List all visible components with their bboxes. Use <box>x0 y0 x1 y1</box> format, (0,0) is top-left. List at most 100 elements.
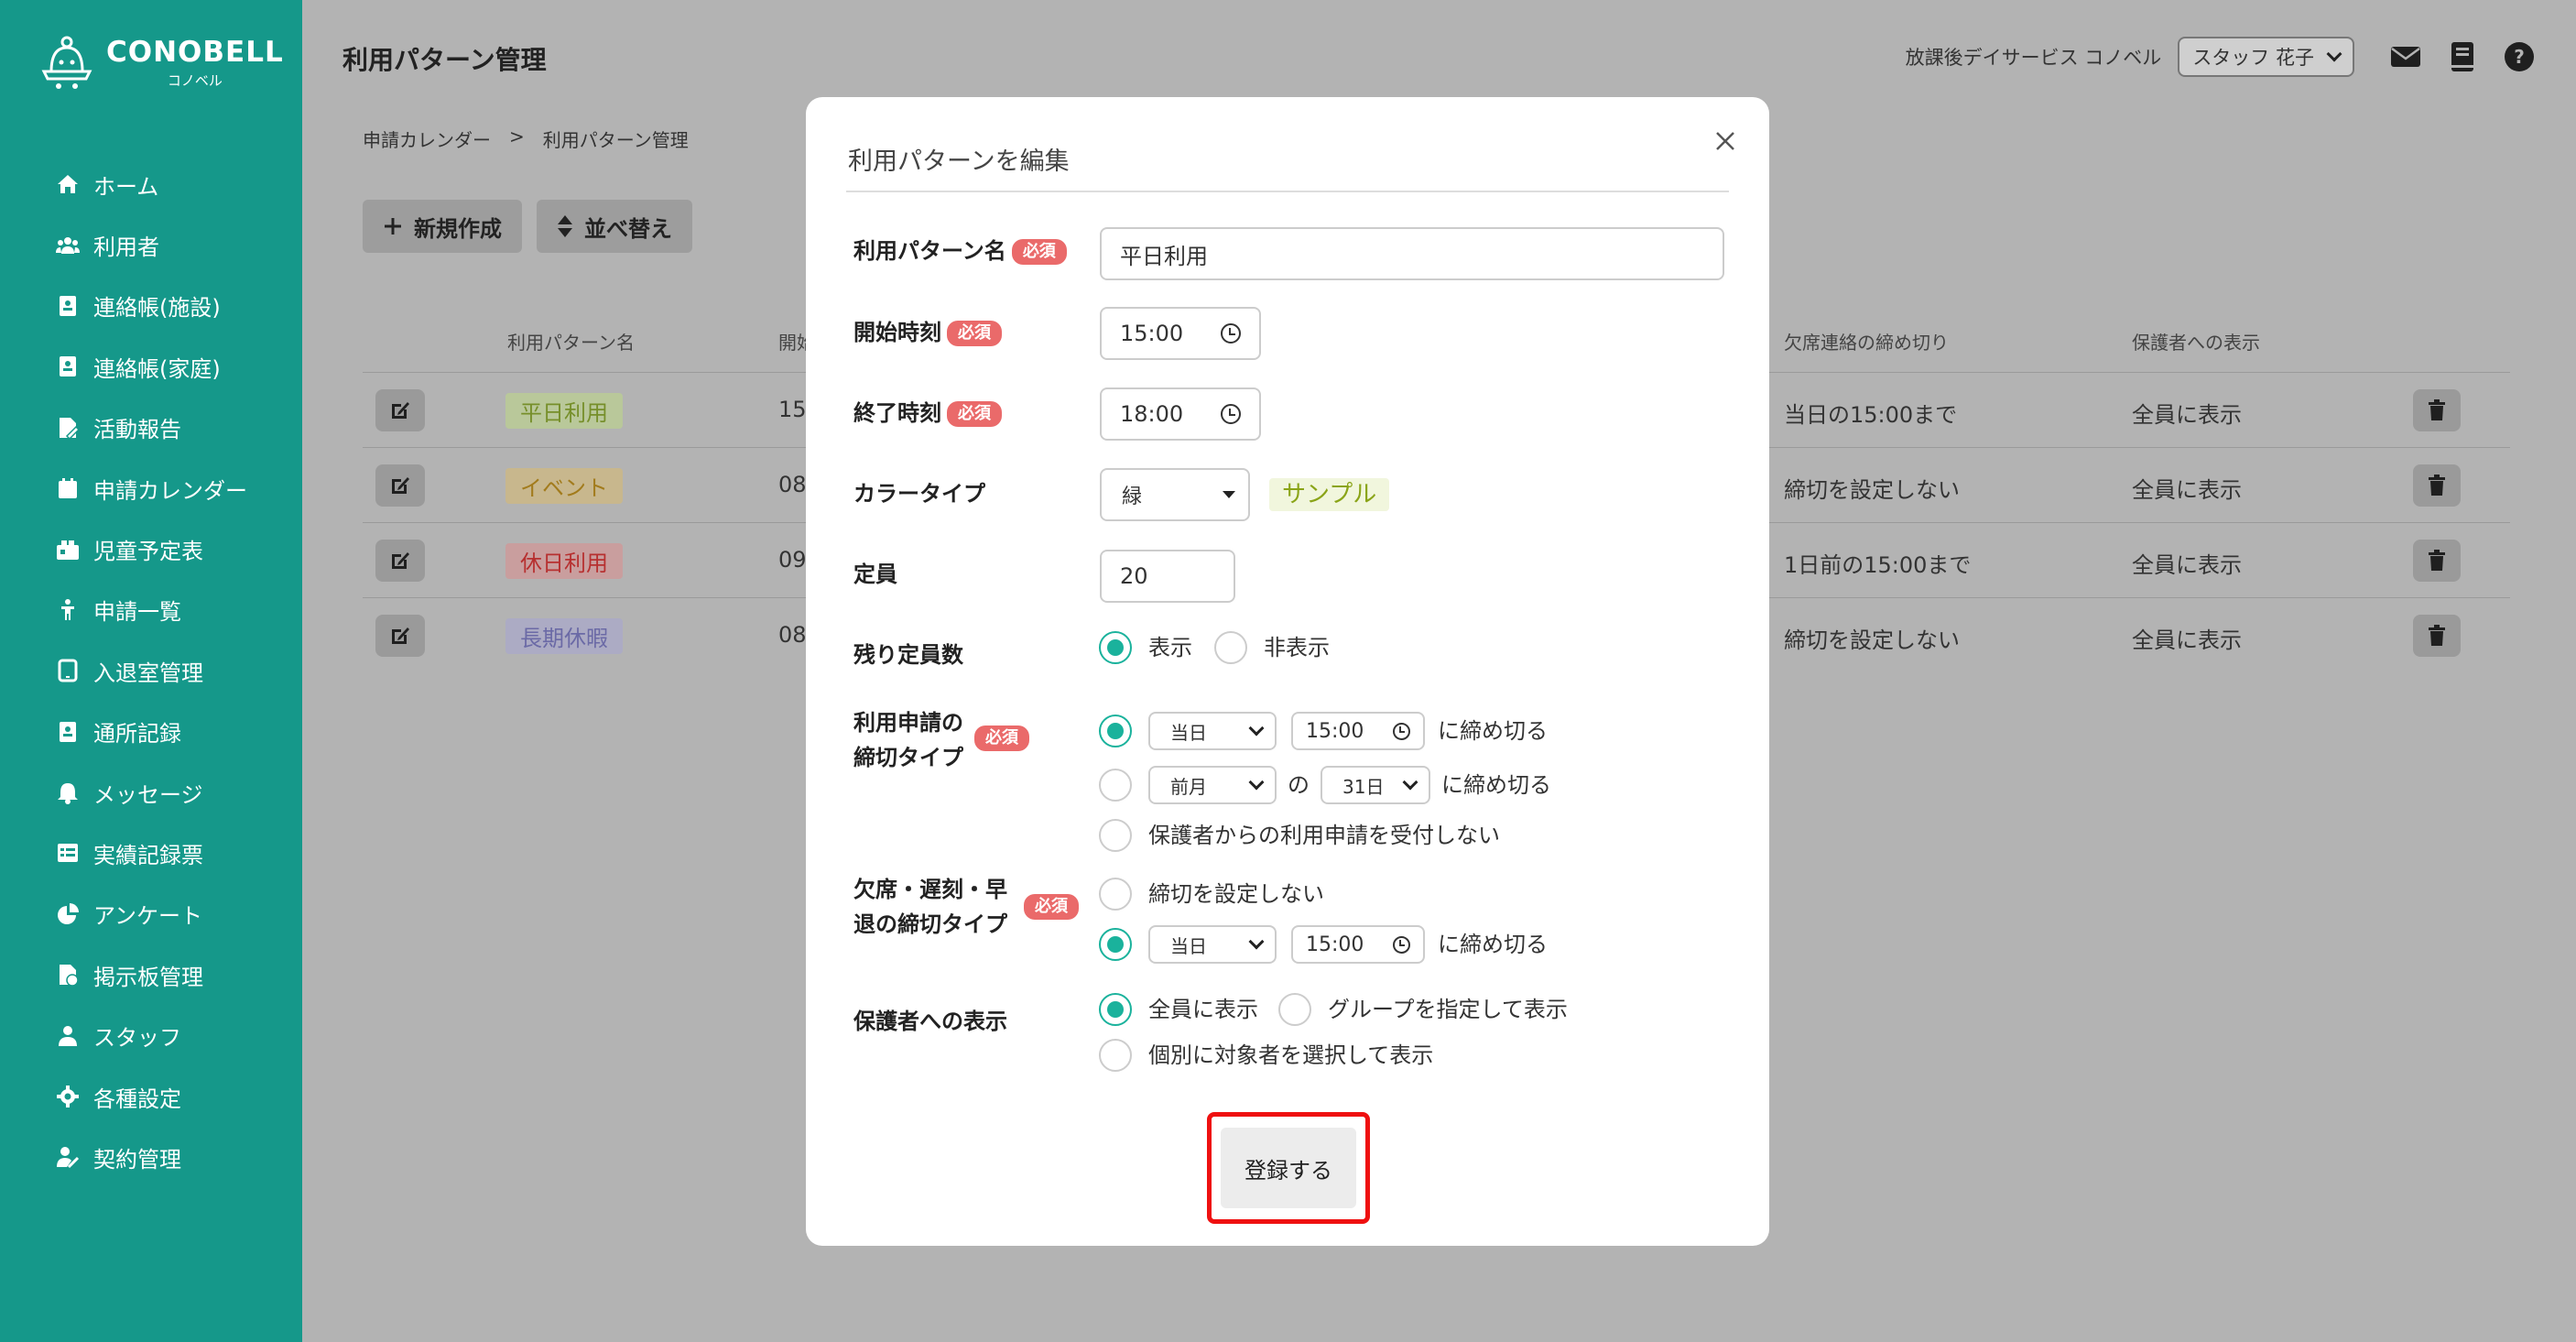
deadline-date-select[interactable]: 31日 <box>1321 766 1430 804</box>
col-header-absence: 欠席連絡の締め切り <box>1784 332 1949 354</box>
col-header-display: 保護者への表示 <box>2132 332 2260 354</box>
display-all-radio[interactable] <box>1099 993 1132 1026</box>
trash-icon[interactable] <box>2413 540 2461 582</box>
trash-icon[interactable] <box>2413 389 2461 431</box>
deadline-day-select[interactable]: 当日 <box>1148 712 1277 750</box>
absence-deadline-cell: 締切を設定しない <box>1784 627 1960 653</box>
sidebar-item-5[interactable]: 活動報告 <box>0 398 302 458</box>
sidebar-item-9[interactable]: 入退室管理 <box>0 640 302 701</box>
sidebar-item-13[interactable]: アンケート <box>0 884 302 944</box>
sidebar-item-15[interactable]: スタッフ <box>0 1005 302 1065</box>
absence-sameday-radio[interactable] <box>1099 928 1132 961</box>
trash-icon[interactable] <box>2413 464 2461 507</box>
deadline-sameday-radio[interactable] <box>1099 715 1132 747</box>
sort-button[interactable]: 並べ替え <box>537 200 692 253</box>
start-cell: 09 <box>778 547 807 573</box>
sidebar-item-label: アンケート <box>93 903 203 930</box>
bell-logo-icon <box>41 36 92 89</box>
sidebar-item-label: メッセージ <box>93 781 203 808</box>
deadline-time-input[interactable]: 15:00 <box>1291 712 1425 750</box>
clock-icon[interactable] <box>1221 323 1241 344</box>
name-label: 利用パターン名 必須 <box>853 234 1067 268</box>
sidebar-item-label: 契約管理 <box>93 1146 181 1173</box>
edit-icon[interactable] <box>375 540 425 582</box>
display-group-radio[interactable] <box>1278 993 1311 1026</box>
sidebar-nav: ホーム利用者連絡帳(施設) 連絡帳(家庭) 活動報告申請カレンダー 児童予定表 申請一覧… <box>0 154 302 1188</box>
contract-icon <box>55 1144 81 1170</box>
deadline-suffix-text-2: に締め切る <box>1441 772 1551 798</box>
sidebar-item-label: 利用者 <box>93 235 159 261</box>
capacity-input[interactable]: 20 <box>1100 550 1235 603</box>
capacity-label: 定員 <box>853 562 897 587</box>
deadline-month-select[interactable]: 前月 <box>1148 766 1277 804</box>
facility-name: 放課後デイサービス コノベル <box>1905 47 2162 69</box>
breadcrumb-parent[interactable]: 申請カレンダー <box>363 125 491 152</box>
pattern-name-input[interactable]: 平日利用 <box>1100 227 1724 280</box>
sidebar-item-10[interactable]: 通所記録 <box>0 702 302 762</box>
sidebar-item-16[interactable]: 各種設定 <box>0 1066 302 1127</box>
help-icon[interactable]: ? <box>2501 38 2538 75</box>
sidebar-item-2[interactable]: 利用者 <box>0 214 302 275</box>
absence-day-value: 当日 <box>1170 934 1207 957</box>
remaining-label: 残り定員数 <box>853 642 963 668</box>
end-time-label: 終了時刻 必須 <box>853 396 1002 431</box>
chevron-down-icon <box>1402 774 1418 791</box>
edit-icon[interactable] <box>375 615 425 657</box>
clock-icon[interactable] <box>1221 404 1241 424</box>
remaining-show-text: 表示 <box>1148 635 1192 660</box>
end-time-value: 18:00 <box>1120 401 1184 427</box>
logo[interactable]: CONOBELL コノベル <box>40 35 284 90</box>
edit-icon[interactable] <box>375 464 425 507</box>
mail-icon[interactable] <box>2387 38 2424 75</box>
sidebar-item-8[interactable]: 申請一覧 <box>0 580 302 640</box>
child-icon <box>55 597 81 623</box>
remaining-show-radio[interactable] <box>1099 631 1132 664</box>
clock-icon[interactable] <box>1393 722 1410 740</box>
deadline-none-radio[interactable] <box>1099 819 1132 852</box>
sidebar-item-4[interactable]: 連絡帳(家庭) <box>0 336 302 397</box>
sidebar-item-12[interactable]: 実績記録票 <box>0 823 302 883</box>
sidebar-item-1[interactable]: ホーム <box>0 154 302 214</box>
sidebar-item-17[interactable]: 契約管理 <box>0 1127 302 1187</box>
absence-day-select[interactable]: 当日 <box>1148 925 1277 964</box>
trash-icon[interactable] <box>2413 615 2461 657</box>
schedule-icon <box>55 537 81 562</box>
submit-button[interactable]: 登録する <box>1221 1128 1356 1208</box>
absence-time-input[interactable]: 15:00 <box>1291 925 1425 964</box>
sidebar-item-11[interactable]: メッセージ <box>0 762 302 823</box>
start-time-value: 15:00 <box>1120 321 1184 346</box>
staff-select[interactable]: スタッフ 花子 <box>2178 37 2354 77</box>
required-badge: 必須 <box>947 401 1002 427</box>
required-badge: 必須 <box>1011 239 1067 265</box>
remaining-hide-radio[interactable] <box>1214 631 1247 664</box>
new-button[interactable]: 新規作成 <box>363 200 522 253</box>
application-deadline-label-line1: 利用申請の <box>853 710 963 736</box>
sidebar-item-14[interactable]: 掲示板管理 <box>0 944 302 1005</box>
absence-none-text: 締切を設定しない <box>1148 881 1324 907</box>
sidebar-item-7[interactable]: 児童予定表 <box>0 518 302 579</box>
start-cell: 08 <box>778 622 807 648</box>
sidebar-item-label: 活動報告 <box>93 417 181 443</box>
close-icon[interactable] <box>1707 123 1744 159</box>
start-time-input[interactable]: 15:00 <box>1100 307 1261 360</box>
tablet-icon <box>55 658 81 683</box>
color-sample: サンプル <box>1269 478 1390 511</box>
book-icon[interactable] <box>2444 38 2481 75</box>
pattern-name-value: 平日利用 <box>1120 243 1208 269</box>
edit-icon[interactable] <box>375 389 425 431</box>
deadline-month-radio[interactable] <box>1099 769 1132 802</box>
display-individual-radio[interactable] <box>1099 1039 1132 1072</box>
record-icon <box>55 719 81 745</box>
required-badge: 必須 <box>974 726 1029 751</box>
header-actions: 放課後デイサービス コノベル スタッフ 花子 ? <box>1906 37 2538 77</box>
absence-deadline-cell: 当日の15:00まで <box>1784 402 1958 428</box>
absence-deadline-label: 欠席・遅刻・早 退の締切タイプ <box>853 872 1007 942</box>
sidebar-item-6[interactable]: 申請カレンダー <box>0 458 302 518</box>
sidebar-item-3[interactable]: 連絡帳(施設) <box>0 276 302 336</box>
clock-icon[interactable] <box>1393 935 1410 954</box>
absence-none-radio[interactable] <box>1099 878 1132 911</box>
pie-chart-icon <box>55 901 81 927</box>
color-type-select[interactable]: 緑 <box>1100 468 1250 521</box>
logo-title: CONOBELL <box>106 35 284 69</box>
end-time-input[interactable]: 18:00 <box>1100 387 1261 441</box>
